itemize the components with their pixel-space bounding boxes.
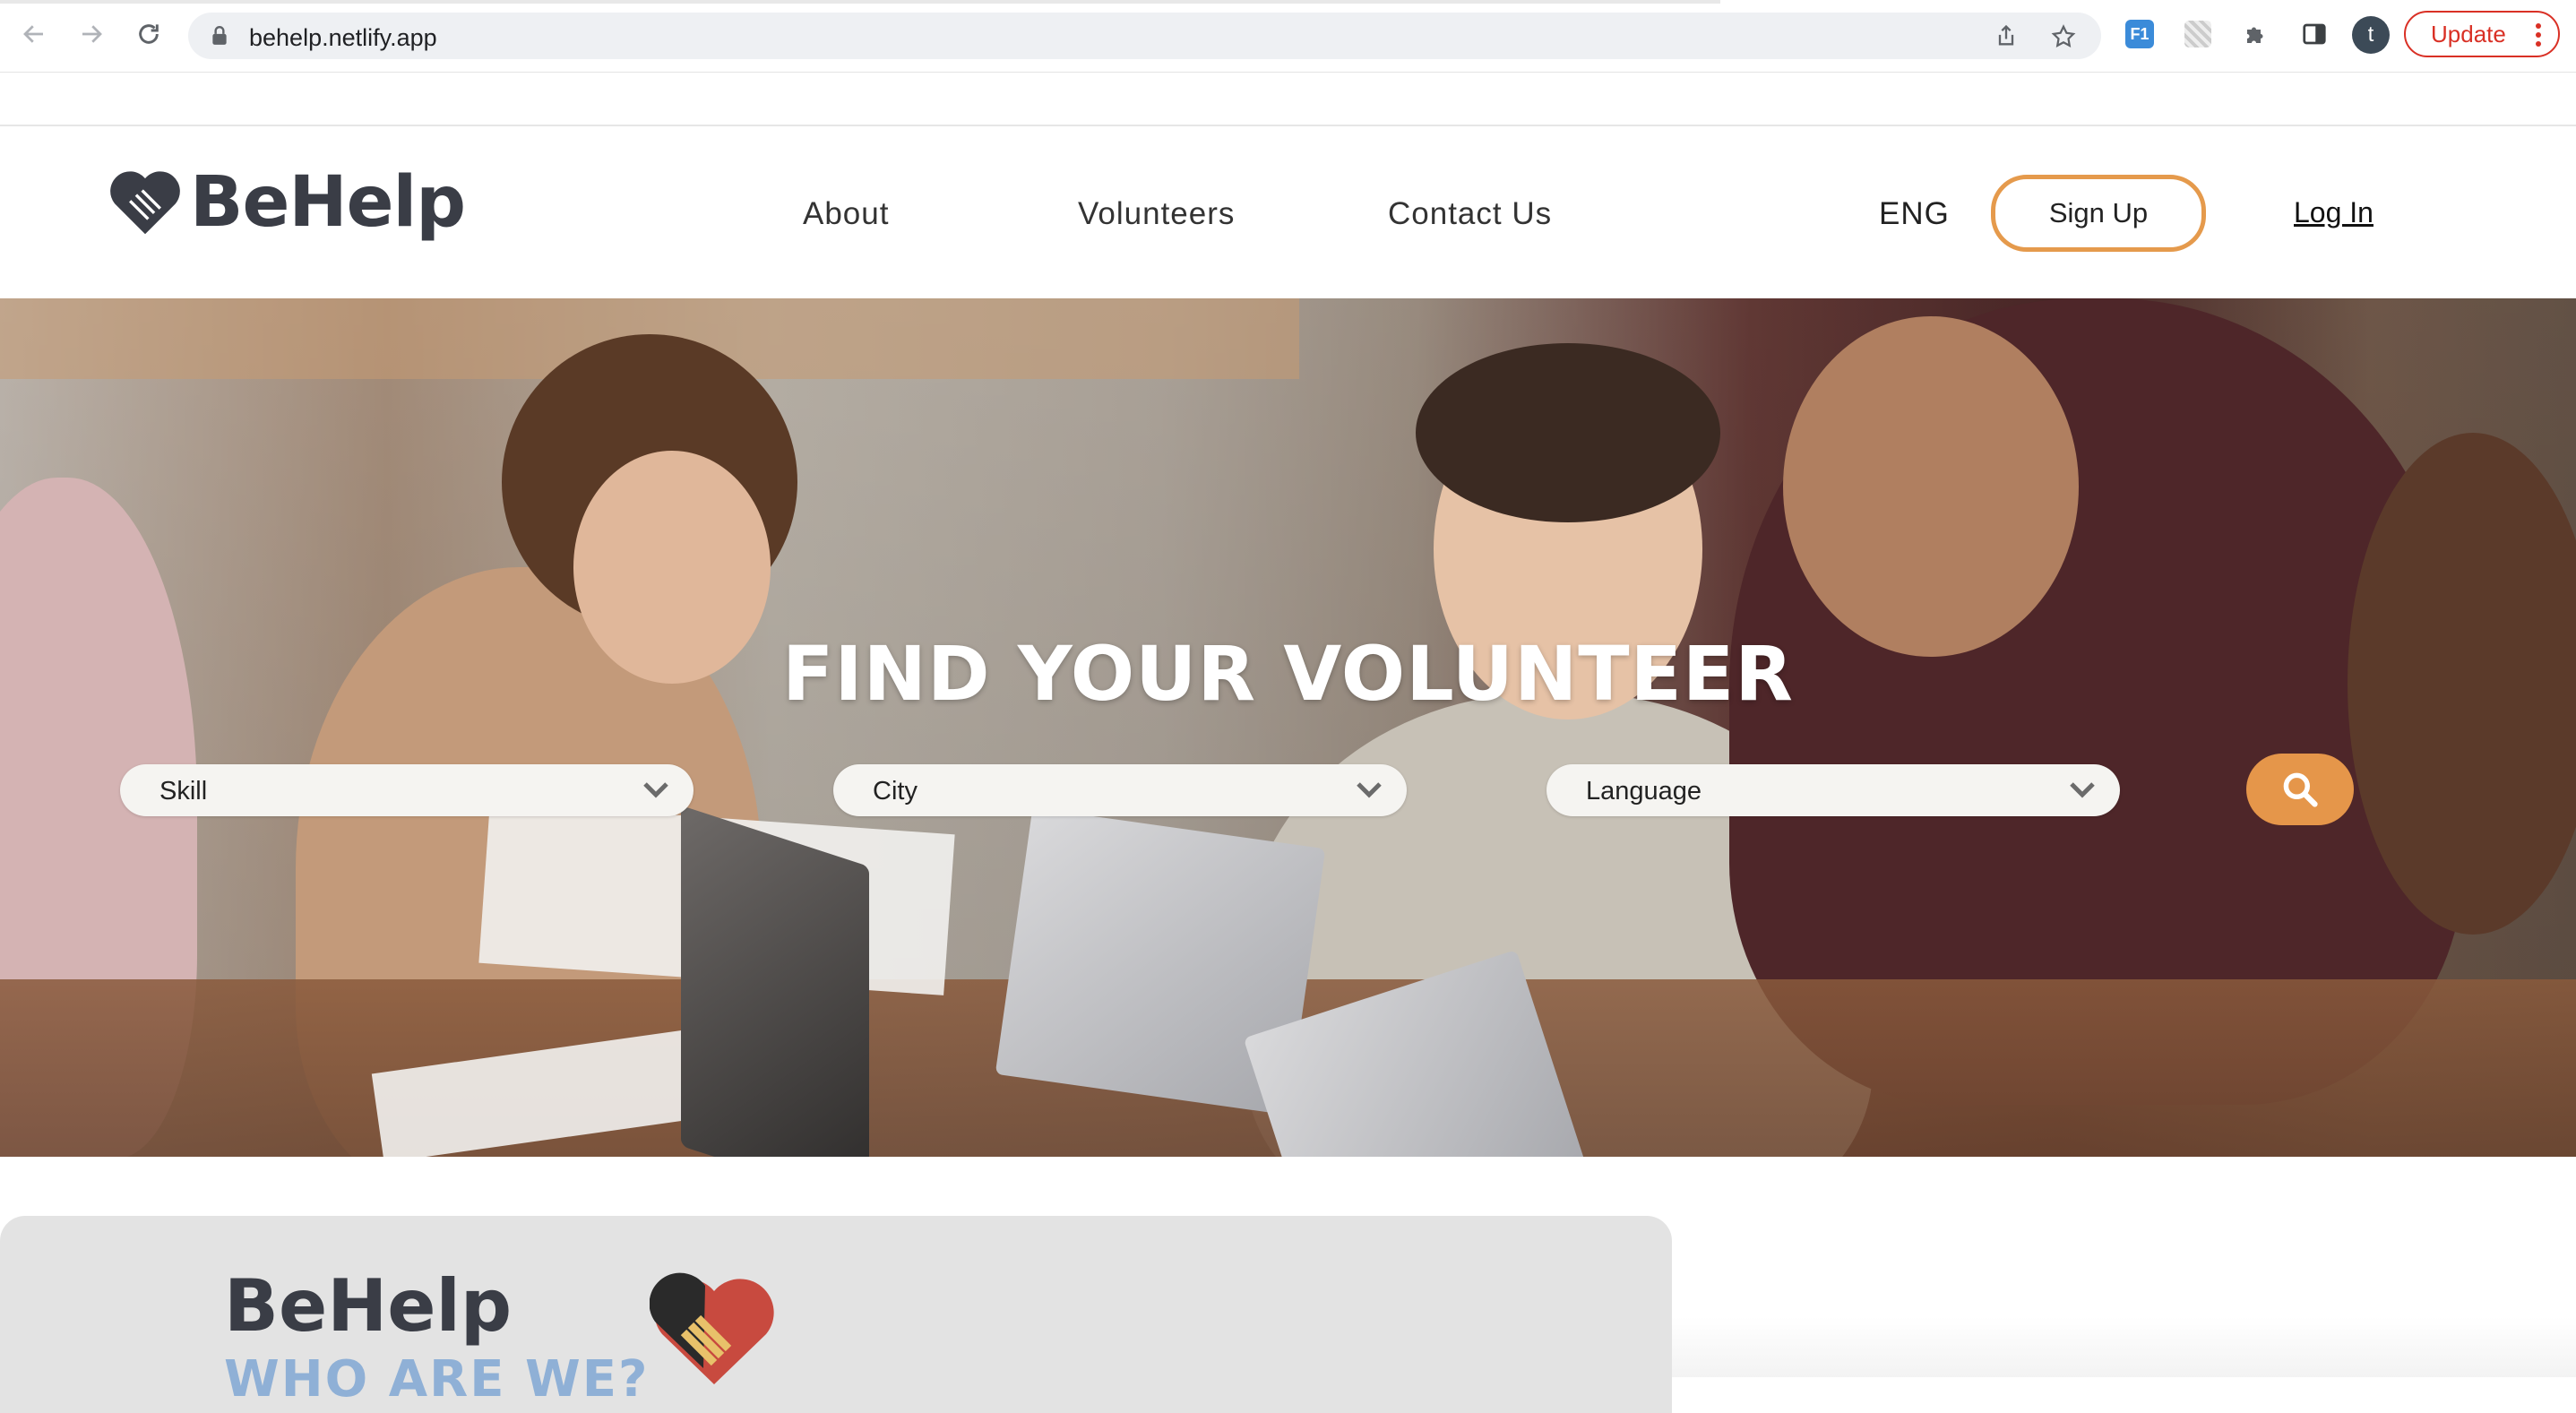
nav-volunteers[interactable]: Volunteers <box>1078 196 1235 232</box>
profile-avatar[interactable]: t <box>2352 16 2390 54</box>
city-select-value: City <box>873 777 918 806</box>
page-background-fade <box>1672 1317 2576 1377</box>
about-title: BeHelp <box>224 1264 513 1348</box>
bookmark-star-icon[interactable] <box>2050 23 2077 50</box>
sign-up-button[interactable]: Sign Up <box>1991 175 2206 252</box>
log-in-link[interactable]: Log In <box>2294 196 2374 229</box>
nav-contact-us[interactable]: Contact Us <box>1388 196 1552 232</box>
kebab-menu-icon <box>2536 23 2541 47</box>
about-section-card: BeHelp WHO ARE WE? <box>0 1216 1672 1413</box>
lock-icon <box>212 26 227 45</box>
nav-about[interactable]: About <box>803 196 889 232</box>
sign-up-label: Sign Up <box>2048 197 2149 228</box>
skill-select[interactable]: Skill <box>120 764 694 816</box>
chevron-down-icon <box>1357 782 1382 798</box>
skill-select-value: Skill <box>159 777 208 806</box>
language-select-value: Language <box>1586 777 1702 806</box>
about-subtitle: WHO ARE WE? <box>224 1350 650 1409</box>
search-button[interactable] <box>2246 754 2354 825</box>
chevron-down-icon <box>643 782 668 798</box>
hero-banner: FIND YOUR VOLUNTEER Skill City Language <box>0 298 2576 1157</box>
language-select[interactable]: Language <box>1546 764 2120 816</box>
hero-photo-laptop <box>681 805 869 1157</box>
side-panel-button[interactable] <box>2296 16 2332 52</box>
hero-title: FIND YOUR VOLUNTEER <box>781 630 1794 718</box>
address-bar[interactable]: behelp.netlify.app <box>188 13 2101 59</box>
page-load-progress <box>0 0 1720 4</box>
side-panel-icon <box>2303 23 2326 45</box>
city-select[interactable]: City <box>833 764 1407 816</box>
arrow-right-icon <box>82 25 102 43</box>
language-selector[interactable]: ENG <box>1879 196 1950 232</box>
brand-logo[interactable]: BeHelp <box>108 162 466 243</box>
chevron-down-icon <box>2070 782 2095 798</box>
forward-button[interactable] <box>73 16 109 52</box>
browser-toolbar: behelp.netlify.app F1 t Update <box>0 0 2576 73</box>
hero-photo-person <box>1783 316 2079 657</box>
reload-icon <box>139 24 159 44</box>
arrow-left-icon <box>23 25 43 43</box>
reload-button[interactable] <box>131 16 167 52</box>
heart-handshake-icon <box>110 171 180 235</box>
back-button[interactable] <box>16 16 52 52</box>
hero-photo-person <box>1416 343 1720 522</box>
extensions-puzzle-button[interactable] <box>2238 16 2274 52</box>
share-icon[interactable] <box>1994 23 2019 48</box>
extension-badge: F1 <box>2125 20 2154 48</box>
extension-f1-icon[interactable]: F1 <box>2122 16 2158 52</box>
update-button[interactable]: Update <box>2404 11 2560 57</box>
brand-name: BeHelp <box>190 162 466 243</box>
extension-grid-icon[interactable] <box>2180 16 2216 52</box>
update-label: Update <box>2431 20 2506 47</box>
puzzle-icon <box>2247 27 2263 43</box>
extension-grid-glyph <box>2184 21 2211 47</box>
url-text[interactable]: behelp.netlify.app <box>249 24 437 52</box>
site-header: BeHelp About Volunteers Contact Us ENG S… <box>0 125 2576 300</box>
handshake-heart-logo-icon <box>650 1272 774 1384</box>
search-icon <box>2283 772 2318 807</box>
